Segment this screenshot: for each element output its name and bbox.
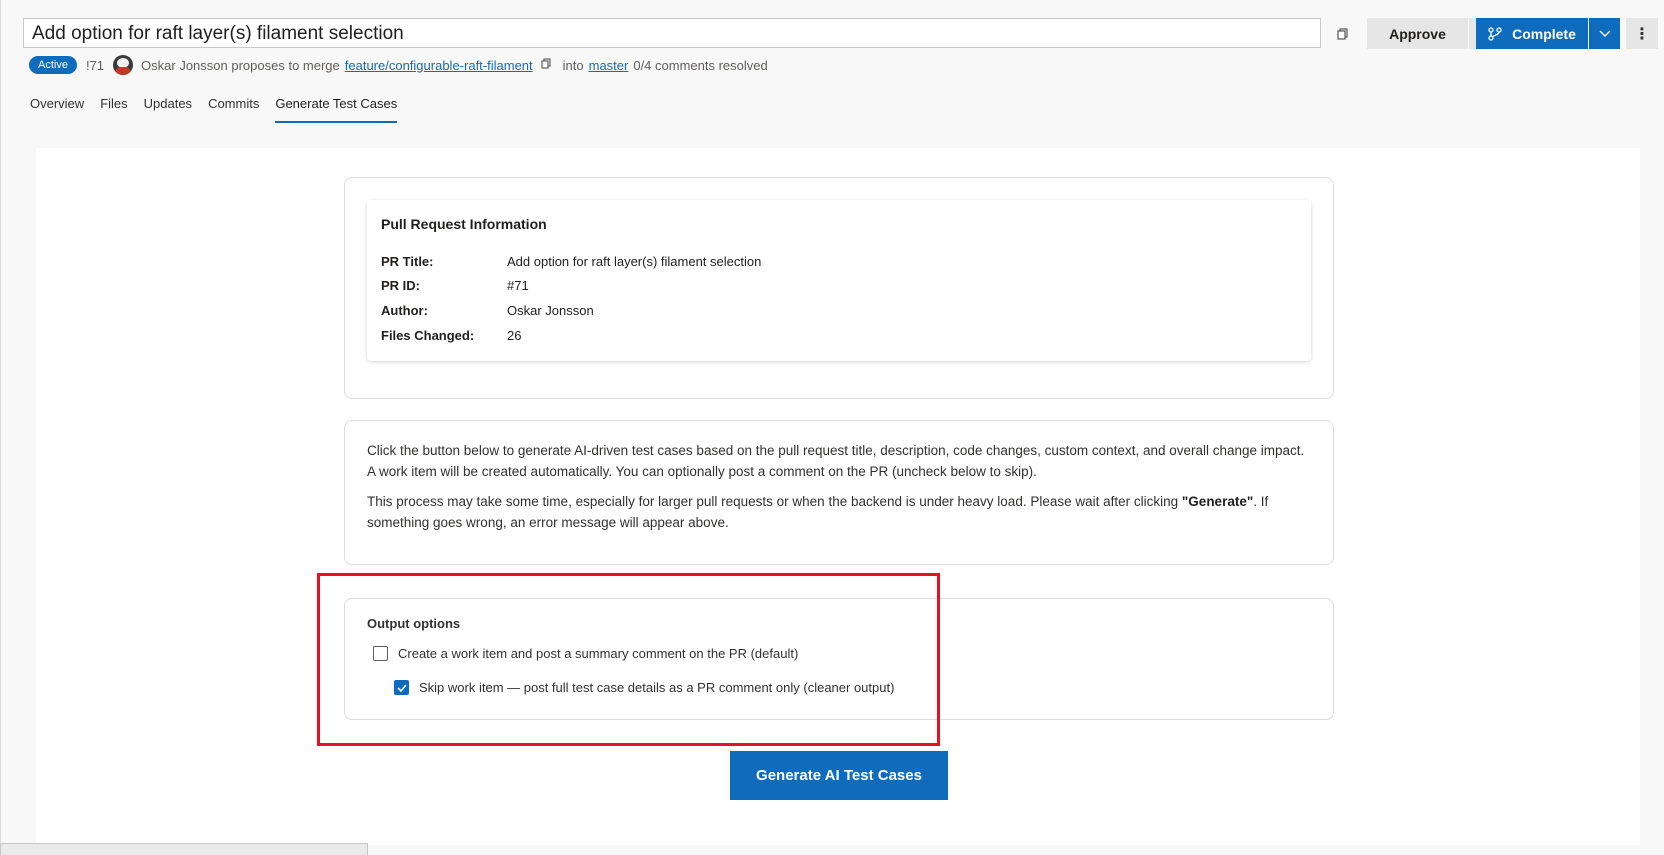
output-options-card: Output options Create a work item and po… [344,598,1334,720]
approve-button[interactable]: Approve [1367,18,1468,49]
info-label: PR ID: [381,278,420,293]
description-line: This process may take some time, especia… [367,491,1317,512]
info-value: #71 [507,278,529,293]
info-label: PR Title: [381,254,434,269]
window-edge [0,0,1,855]
status-bar [0,843,368,855]
target-branch-link[interactable]: master [589,58,629,73]
info-label: Author: [381,303,428,318]
description-line: A work item will be created automaticall… [367,464,1037,479]
info-value: Add option for raft layer(s) filament se… [507,254,762,269]
pr-info-card: Pull Request Information PR Title: Add o… [344,177,1334,399]
create-work-item-checkbox[interactable] [373,646,388,661]
tab-updates[interactable]: Updates [144,96,192,123]
complete-dropdown-button[interactable] [1589,18,1620,49]
author-text: Oskar Jonsson proposes to merge [141,57,340,73]
avatar[interactable] [113,55,134,75]
pr-info-inner: Pull Request Information PR Title: Add o… [367,200,1311,361]
pr-number: !71 [85,57,105,73]
info-value: 26 [507,328,522,343]
option-create-work-item[interactable]: Create a work item and post a summary co… [373,646,798,661]
checkmark-icon [396,683,407,692]
info-row: Author: Oskar Jonsson [381,303,594,318]
comments-resolved: 0/4 comments resolved [633,57,768,73]
copy-title-button[interactable] [1333,24,1353,44]
pr-tabs: Overview Files Updates Commits Generate … [30,96,413,123]
more-options-button[interactable]: ⋮ [1626,18,1658,49]
skip-work-item-checkbox[interactable] [394,680,409,695]
description-line: Click the button below to generate AI-dr… [367,443,1305,458]
complete-button[interactable]: Complete [1476,18,1588,49]
generate-emphasis: "Generate" [1181,494,1254,509]
description-paragraph-1: Click the button below to generate AI-dr… [367,440,1317,482]
status-badge: Active [29,56,77,74]
option-label: Create a work item and post a summary co… [398,646,799,661]
chevron-down-icon [1599,30,1610,37]
tab-overview[interactable]: Overview [30,96,84,123]
copy-icon [1337,28,1348,40]
pr-info-heading: Pull Request Information [381,216,547,232]
pr-meta-row: Active !71 Oskar Jonsson proposes to mer… [29,55,768,75]
option-skip-work-item[interactable]: Skip work item — post full test case det… [394,680,894,695]
pr-title-field[interactable]: Add option for raft layer(s) filament se… [23,18,1321,48]
tab-generate-test-cases[interactable]: Generate Test Cases [275,96,398,123]
generate-test-cases-button[interactable]: Generate AI Test Cases [730,751,948,800]
description-paragraph-2: This process may take some time, especia… [367,491,1317,533]
description-text: . If [1253,494,1269,509]
description-text: This process may take some time, especia… [367,494,1182,509]
option-label: Skip work item — post full test case det… [419,680,895,695]
branch-merge-icon [1488,26,1502,41]
info-value: Oskar Jonsson [507,303,594,318]
tab-commits[interactable]: Commits [208,96,259,123]
complete-label: Complete [1512,25,1576,42]
copy-branch-icon[interactable] [541,58,551,72]
info-label: Files Changed: [381,328,475,343]
output-options-heading: Output options [367,616,461,631]
info-row: PR ID: #71 [381,278,529,293]
tab-files[interactable]: Files [100,96,127,123]
into-text: into [562,57,584,73]
description-card: Click the button below to generate AI-dr… [344,420,1334,565]
info-row: PR Title: Add option for raft layer(s) f… [381,254,761,269]
info-row: Files Changed: 26 [381,328,521,343]
description-line: something goes wrong, an error message w… [367,515,729,530]
source-branch-link[interactable]: feature/configurable-raft-filament [345,58,533,73]
